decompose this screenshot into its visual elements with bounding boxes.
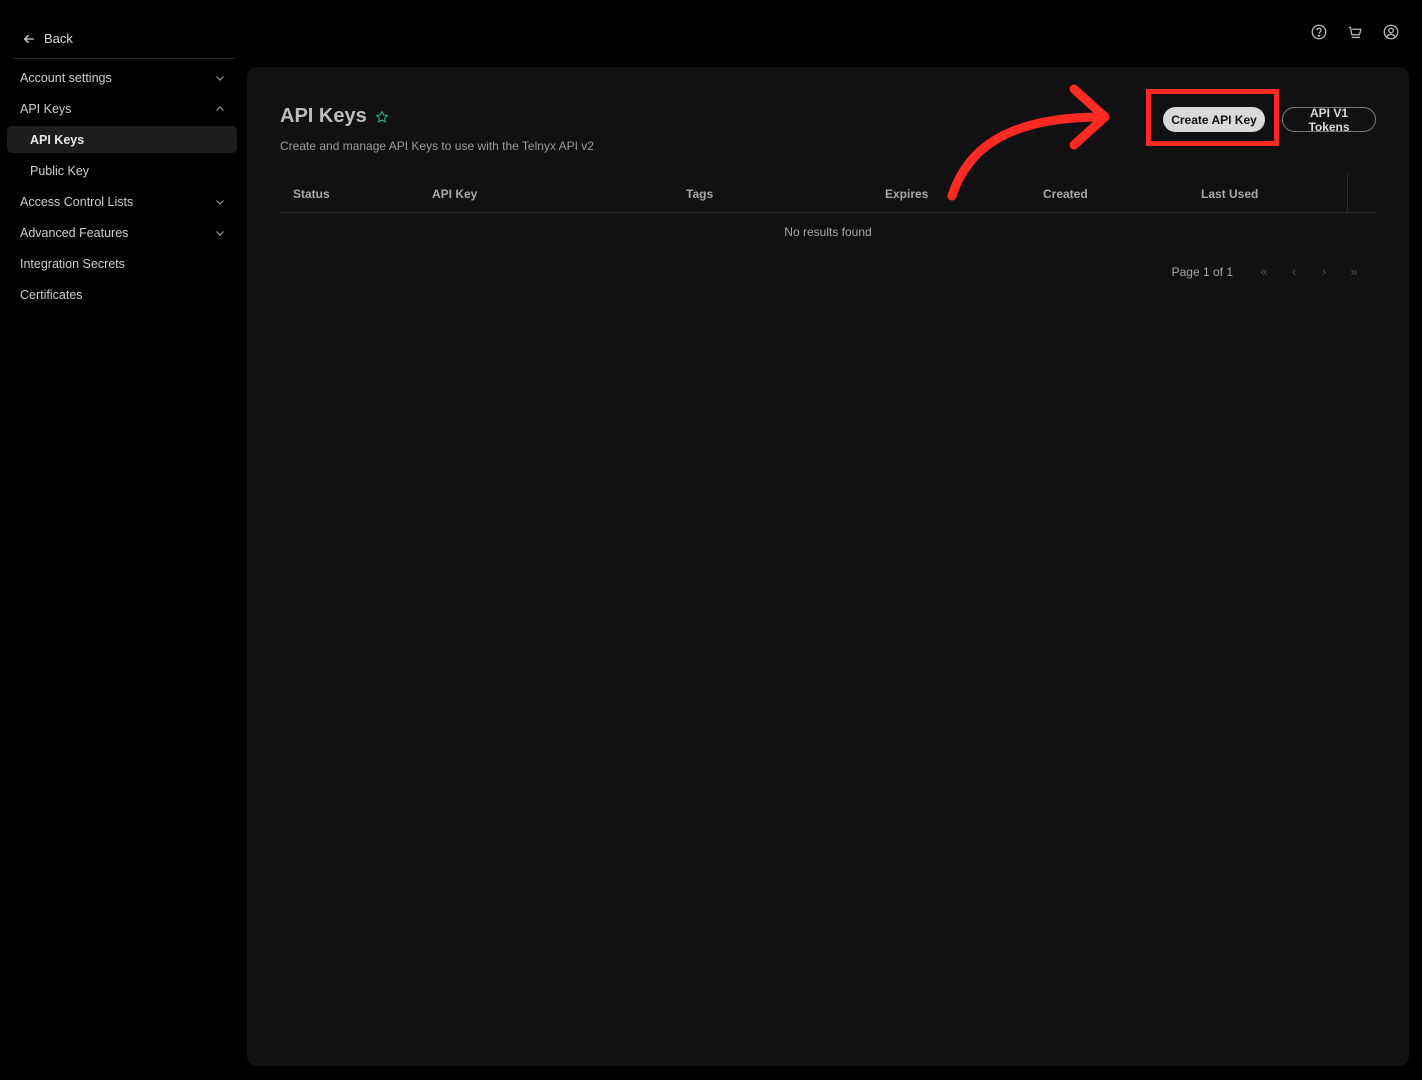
column-header-last-used[interactable]: Last Used <box>1201 187 1258 201</box>
help-icon[interactable] <box>1310 23 1328 41</box>
sidebar-subitem-public-key[interactable]: Public Key <box>0 155 246 186</box>
sidebar-divider <box>14 58 234 59</box>
sidebar-subitem-api-keys[interactable]: API Keys <box>7 126 237 153</box>
sidebar: Back Account settings API Keys API Keys … <box>0 0 246 1080</box>
column-header-expires[interactable]: Expires <box>885 187 928 201</box>
sidebar-item-label: Account settings <box>20 70 112 85</box>
column-header-tags[interactable]: Tags <box>686 187 713 201</box>
cart-icon[interactable] <box>1346 23 1364 41</box>
api-keys-table: Status API Key Tags Expires Created Last… <box>280 174 1376 239</box>
page-subtitle: Create and manage API Keys to use with t… <box>280 139 594 153</box>
sidebar-item-account-settings[interactable]: Account settings <box>0 62 246 93</box>
page-title: API Keys <box>280 105 367 127</box>
page-indicator: Page 1 of 1 <box>1171 264 1233 279</box>
api-v1-tokens-button[interactable]: API V1 Tokens <box>1282 106 1376 134</box>
first-page-icon[interactable]: « <box>1249 264 1279 279</box>
sidebar-item-label: Public Key <box>30 163 90 178</box>
next-page-icon[interactable]: › <box>1309 264 1339 279</box>
sidebar-nav: Account settings API Keys API Keys Publi… <box>0 62 246 310</box>
sidebar-item-label: API Keys <box>30 132 85 147</box>
table-header: Status API Key Tags Expires Created Last… <box>280 174 1376 213</box>
sidebar-item-advanced-features[interactable]: Advanced Features <box>0 217 246 248</box>
back-link[interactable]: Back <box>22 31 73 46</box>
column-header-created[interactable]: Created <box>1043 187 1088 201</box>
chevron-down-icon <box>216 199 224 205</box>
sidebar-item-certificates[interactable]: Certificates <box>0 279 246 310</box>
pagination: Page 1 of 1 « ‹ › » <box>1172 264 1369 279</box>
previous-page-icon[interactable]: ‹ <box>1279 264 1309 279</box>
sidebar-item-label: Certificates <box>20 287 83 302</box>
sidebar-item-label: Advanced Features <box>20 225 129 240</box>
column-header-status[interactable]: Status <box>293 187 330 201</box>
empty-state-message: No results found <box>784 225 872 239</box>
main-panel: API Keys Create and manage API Keys to u… <box>247 67 1409 1066</box>
last-page-icon[interactable]: » <box>1339 264 1369 279</box>
star-favorite-icon[interactable] <box>375 110 389 124</box>
sidebar-item-label: Integration Secrets <box>20 256 125 271</box>
user-account-icon[interactable] <box>1382 23 1400 41</box>
header-actions <box>1310 23 1400 41</box>
sidebar-item-access-control-lists[interactable]: Access Control Lists <box>0 186 246 217</box>
sidebar-item-label: API Keys <box>20 101 72 116</box>
sidebar-item-label: Access Control Lists <box>20 194 134 209</box>
arrow-left-icon <box>23 34 35 43</box>
create-api-key-button[interactable]: Create API Key <box>1163 107 1265 132</box>
chevron-up-icon <box>216 105 224 111</box>
chevron-down-icon <box>216 75 224 81</box>
column-divider <box>1347 174 1348 212</box>
back-label: Back <box>44 31 73 46</box>
sidebar-item-api-keys-group[interactable]: API Keys <box>0 93 246 124</box>
sidebar-item-integration-secrets[interactable]: Integration Secrets <box>0 248 246 279</box>
column-header-api-key[interactable]: API Key <box>432 187 477 201</box>
page-header: API Keys <box>280 105 389 128</box>
chevron-down-icon <box>216 230 224 236</box>
